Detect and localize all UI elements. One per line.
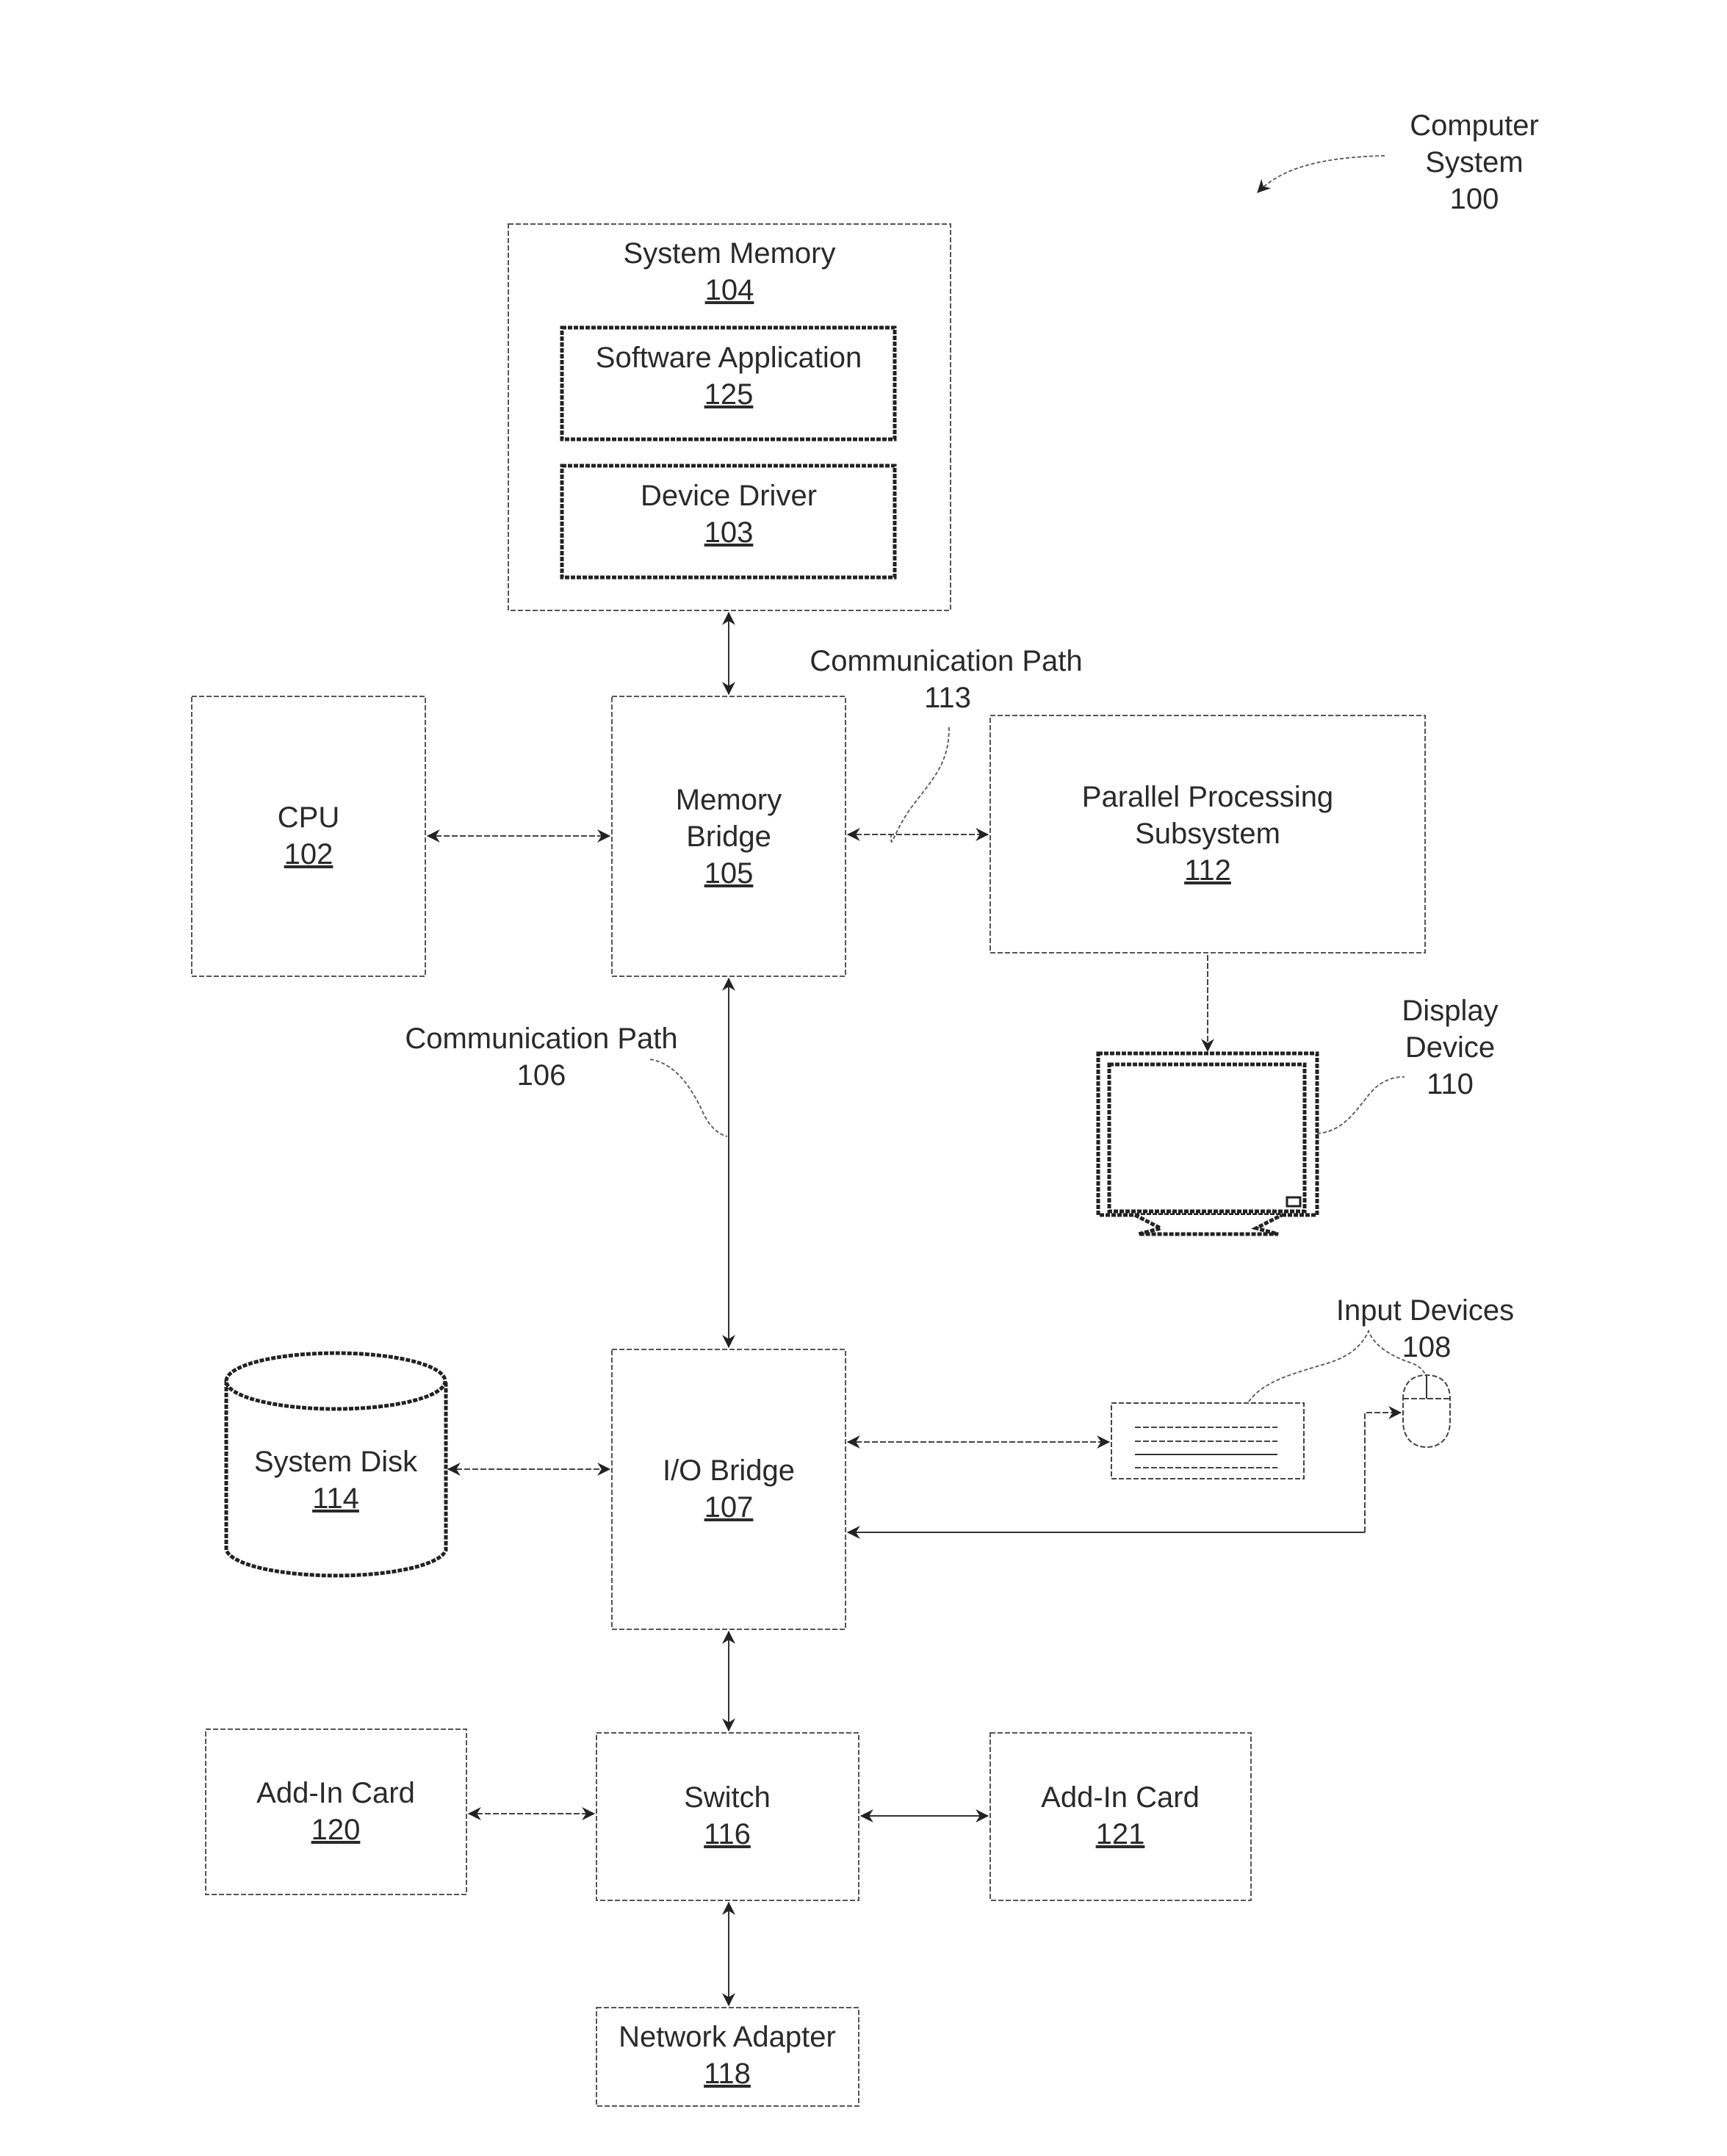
communication-path-113-leader [890, 727, 950, 843]
input-devices-label: Input Devices [1336, 1294, 1514, 1327]
cpu-ref: 102 [284, 838, 333, 870]
io-bridge-box[interactable] [611, 1349, 846, 1630]
system-disk-label: System Disk [254, 1446, 418, 1478]
device-driver-ref: 103 [704, 516, 754, 549]
add-in-card-120-label: Add-In Card [256, 1777, 415, 1809]
parallel-processing-subsystem-block[interactable]: Parallel Processing Subsystem 112 [989, 715, 1426, 953]
display-device[interactable]: Display Device 110 [1096, 995, 1499, 1236]
system-memory-block[interactable]: System Memory 104 Software Application 1… [508, 223, 951, 611]
software-application-block[interactable]: Software Application 125 [560, 325, 897, 441]
pps-label-line2: Subsystem [1135, 818, 1280, 850]
monitor-stand [1133, 1213, 1283, 1236]
add-in-card-121-ref: 121 [1096, 1818, 1145, 1850]
pps-ref: 112 [1184, 854, 1231, 887]
network-adapter-block[interactable]: Network Adapter 118 [596, 2007, 859, 2107]
memory-bridge-label-line1: Memory [676, 784, 782, 816]
network-adapter-label: Network Adapter [619, 2021, 836, 2053]
system-memory-label: System Memory [624, 237, 836, 270]
communication-path-106-name: Communication Path [405, 1023, 677, 1055]
memory-bridge-block[interactable]: Memory Bridge 105 [611, 696, 846, 977]
cpu-label: CPU [278, 801, 339, 834]
cpu-block[interactable]: CPU 102 [191, 696, 426, 977]
communication-path-106-label: Communication Path 106 [405, 1023, 728, 1137]
figure-label-line1: Computer [1410, 109, 1539, 142]
pps-label-line1: Parallel Processing [1082, 781, 1333, 813]
switch-block[interactable]: Switch 116 [596, 1732, 859, 1901]
switch-box[interactable] [596, 1732, 859, 1901]
figure-label-line2: System [1425, 146, 1523, 179]
computer-system-diagram: Computer System 100 System Memory 104 So… [191, 109, 1539, 2107]
communication-path-106-leader [649, 1059, 728, 1137]
add-in-card-120-block[interactable]: Add-In Card 120 [205, 1728, 467, 1895]
system-disk-block[interactable]: System Disk 114 [224, 1351, 448, 1578]
switch-ref: 116 [704, 1818, 751, 1850]
system-disk-ref: 114 [312, 1482, 359, 1515]
keyboard-icon[interactable] [1111, 1402, 1305, 1479]
communication-path-113-name: Communication Path [810, 645, 1082, 677]
monitor-screen [1107, 1062, 1307, 1214]
add-in-card-120-box[interactable] [205, 1728, 467, 1895]
system-memory-ref: 104 [705, 274, 754, 306]
software-application-ref: 125 [704, 378, 754, 411]
add-in-card-121-box[interactable] [989, 1732, 1252, 1901]
device-driver-label: Device Driver [641, 480, 817, 512]
network-adapter-ref: 118 [704, 2058, 751, 2090]
display-device-label-line2: Device [1405, 1031, 1495, 1064]
figure-label-leader-arrow [1257, 155, 1385, 193]
communication-path-106-ref: 106 [517, 1059, 566, 1092]
add-in-card-121-label: Add-In Card [1041, 1781, 1200, 1814]
software-application-label: Software Application [596, 342, 862, 374]
cpu-box[interactable] [191, 696, 426, 977]
communication-path-113-ref: 113 [924, 682, 971, 714]
system-disk-top [224, 1351, 447, 1411]
input-devices-group[interactable]: Input Devices 108 [1111, 1294, 1514, 1479]
input-devices-ref: 108 [1402, 1331, 1452, 1363]
figure-label-ref: 100 [1450, 183, 1499, 215]
add-in-card-121-block[interactable]: Add-In Card 121 [989, 1732, 1252, 1901]
display-device-ref: 110 [1427, 1068, 1474, 1100]
memory-bridge-ref: 105 [704, 857, 754, 890]
system-disk-body[interactable] [224, 1381, 448, 1578]
device-driver-block[interactable]: Device Driver 103 [560, 464, 897, 580]
memory-bridge-label-line2: Bridge [686, 821, 771, 853]
display-device-label-line1: Display [1402, 995, 1498, 1027]
figure-label: Computer System 100 [1257, 109, 1539, 215]
mouse-icon[interactable] [1402, 1374, 1451, 1449]
io-bridge-block[interactable]: I/O Bridge 107 [611, 1349, 846, 1630]
io-bridge-ref: 107 [704, 1491, 754, 1524]
io-bridge-label: I/O Bridge [663, 1454, 795, 1487]
display-device-leader [1316, 1076, 1405, 1134]
connector-mouse-to-io-bridge-riser[interactable] [1364, 1406, 1402, 1532]
add-in-card-120-ref: 120 [311, 1814, 361, 1846]
switch-label: Switch [684, 1781, 771, 1814]
